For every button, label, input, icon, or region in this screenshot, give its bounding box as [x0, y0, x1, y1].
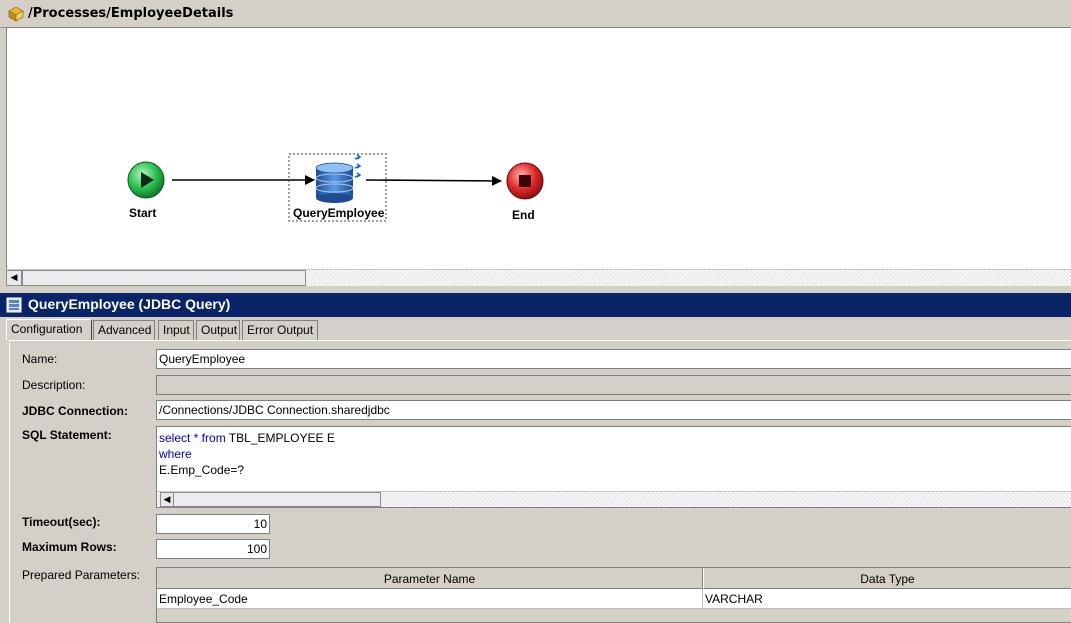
sql-table-name: TBL_EMPLOYEE E [225, 431, 335, 445]
tab-error-output[interactable]: Error Output [242, 320, 318, 340]
prepared-parameters-table: Parameter Name Data Type Employee_Code V… [156, 567, 1071, 623]
canvas-horizontal-scrollbar[interactable]: ◀ [6, 269, 1071, 286]
query-node-label: QueryEmployee [293, 206, 385, 220]
stop-icon [519, 175, 531, 187]
process-folder-icon [8, 6, 24, 22]
column-header-parameter-name[interactable]: Parameter Name [157, 568, 703, 589]
sql-statement-label: SQL Statement: [22, 428, 112, 442]
scroll-left-icon[interactable]: ◀ [160, 492, 174, 507]
timeout-label: Timeout(sec): [22, 515, 101, 529]
sql-horizontal-scrollbar[interactable]: ◀ [157, 491, 1071, 507]
sql-condition: E.Emp_Code=? [159, 463, 245, 477]
column-header-data-type[interactable]: Data Type [703, 568, 1071, 589]
description-field[interactable] [156, 375, 1071, 395]
name-label: Name: [22, 352, 58, 366]
timeout-field[interactable]: 10 [156, 514, 270, 534]
jdbc-connection-field[interactable]: /Connections/JDBC Connection.sharedjdbc [156, 400, 1071, 420]
name-field[interactable]: QueryEmployee [156, 349, 1071, 369]
sql-keyword-where: where [159, 447, 192, 461]
tab-configuration[interactable]: Configuration [6, 319, 92, 340]
sql-statement-editor[interactable]: select * from TBL_EMPLOYEE E where E.Emp… [156, 426, 1071, 508]
scroll-thumb[interactable] [173, 492, 381, 507]
data-type-cell[interactable]: VARCHAR [703, 589, 1071, 609]
end-node-label: End [512, 208, 535, 222]
database-icon [315, 162, 354, 203]
jdbc-query-icon [6, 297, 22, 313]
prepared-parameters-label: Prepared Parameters: [22, 568, 141, 582]
start-node-label: Start [129, 206, 157, 220]
tab-output[interactable]: Output [196, 320, 240, 340]
transition-query-to-end [365, 175, 502, 186]
tab-advanced[interactable]: Advanced [93, 320, 155, 340]
process-diagram [127, 153, 544, 222]
sql-keyword-select: select * from [159, 431, 226, 445]
max-rows-field[interactable]: 100 [156, 539, 270, 559]
transaction-arrows-icon [354, 154, 362, 178]
start-node[interactable] [127, 161, 165, 199]
end-node[interactable] [506, 162, 544, 200]
max-rows-label: Maximum Rows: [22, 540, 117, 554]
description-label: Description: [22, 378, 86, 392]
tab-input[interactable]: Input [158, 320, 194, 340]
scroll-left-icon[interactable]: ◀ [6, 270, 22, 286]
jdbc-connection-label: JDBC Connection: [22, 404, 128, 418]
process-path: /Processes/EmployeeDetails [28, 6, 234, 21]
process-canvas[interactable]: Start QueryEmployee End [6, 27, 1071, 269]
scroll-thumb[interactable] [22, 270, 306, 286]
panel-header: QueryEmployee (JDBC Query) [0, 293, 1071, 317]
process-title-bar: /Processes/EmployeeDetails [0, 0, 1071, 28]
panel-title: QueryEmployee (JDBC Query) [28, 296, 231, 312]
parameter-name-cell[interactable]: Employee_Code [157, 589, 703, 609]
